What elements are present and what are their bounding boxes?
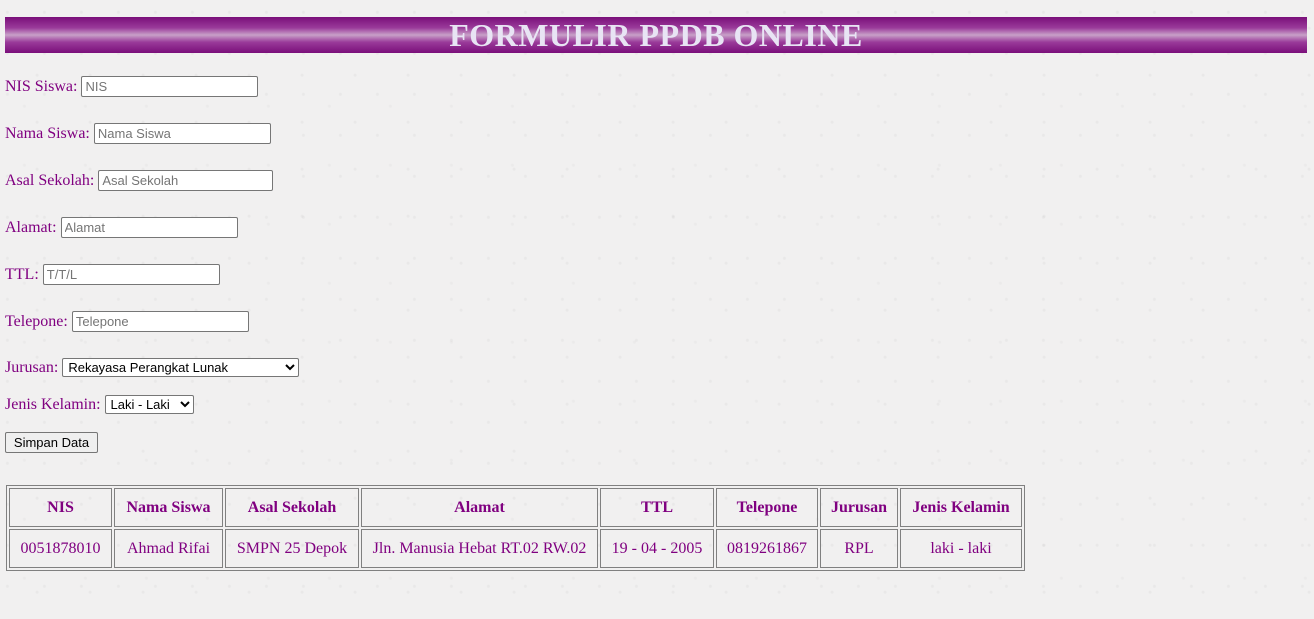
column-header: Alamat [361, 488, 598, 527]
nama-label: Nama Siswa: [5, 124, 90, 142]
alamat-input[interactable] [60, 217, 238, 238]
page-title: FORMULIR PPDB ONLINE [449, 16, 863, 53]
jenis-kelamin-label: Jenis Kelamin: [5, 395, 101, 413]
jurusan-row: Jurusan: Rekayasa Perangkat Lunak [5, 358, 300, 377]
column-header: TTL [600, 488, 714, 527]
table-row: 0051878010 Ahmad Rifai SMPN 25 Depok Jln… [9, 529, 1022, 568]
nis-input[interactable] [81, 76, 259, 97]
column-header: Jenis Kelamin [900, 488, 1022, 527]
column-header: Asal Sekolah [225, 488, 359, 527]
page-banner: FORMULIR PPDB ONLINE [5, 17, 1307, 53]
asal-sekolah-label: Asal Sekolah: [5, 171, 95, 189]
table-header-row: NIS Nama Siswa Asal Sekolah Alamat TTL T… [9, 488, 1022, 527]
jenis-kelamin-row: Jenis Kelamin: Laki - Laki [5, 395, 194, 414]
telepone-row: Telepone: [5, 311, 249, 332]
table-cell-asal-sekolah: SMPN 25 Depok [225, 529, 359, 568]
jurusan-label: Jurusan: [5, 358, 59, 376]
table-cell-nama: Ahmad Rifai [114, 529, 223, 568]
ttl-row: TTL: [5, 264, 220, 285]
nis-row: NIS Siswa: [5, 76, 259, 97]
jurusan-select[interactable]: Rekayasa Perangkat Lunak [62, 358, 300, 377]
ttl-input[interactable] [42, 264, 220, 285]
table-cell-jenis-kelamin: laki - laki [900, 529, 1022, 568]
column-header: NIS [9, 488, 112, 527]
ttl-label: TTL: [5, 265, 39, 283]
asal-sekolah-input[interactable] [98, 170, 274, 191]
nama-input[interactable] [93, 123, 271, 144]
table-cell-alamat: Jln. Manusia Hebat RT.02 RW.02 [361, 529, 598, 568]
telepone-input[interactable] [71, 311, 249, 332]
jenis-kelamin-select[interactable]: Laki - Laki [104, 395, 194, 414]
column-header: Telepone [716, 488, 818, 527]
table-cell-ttl: 19 - 04 - 2005 [600, 529, 714, 568]
student-table: NIS Nama Siswa Asal Sekolah Alamat TTL T… [6, 485, 1025, 571]
nis-label: NIS Siswa: [5, 77, 78, 95]
table-cell-jurusan: RPL [820, 529, 898, 568]
alamat-label: Alamat: [5, 218, 57, 236]
table-cell-nis: 0051878010 [9, 529, 112, 568]
column-header: Nama Siswa [114, 488, 223, 527]
telepone-label: Telepone: [5, 312, 68, 330]
alamat-row: Alamat: [5, 217, 238, 238]
table-cell-telepone: 0819261867 [716, 529, 818, 568]
asal-sekolah-row: Asal Sekolah: [5, 170, 274, 191]
column-header: Jurusan [820, 488, 898, 527]
nama-row: Nama Siswa: [5, 123, 271, 144]
simpan-data-button[interactable]: Simpan Data [5, 432, 98, 453]
